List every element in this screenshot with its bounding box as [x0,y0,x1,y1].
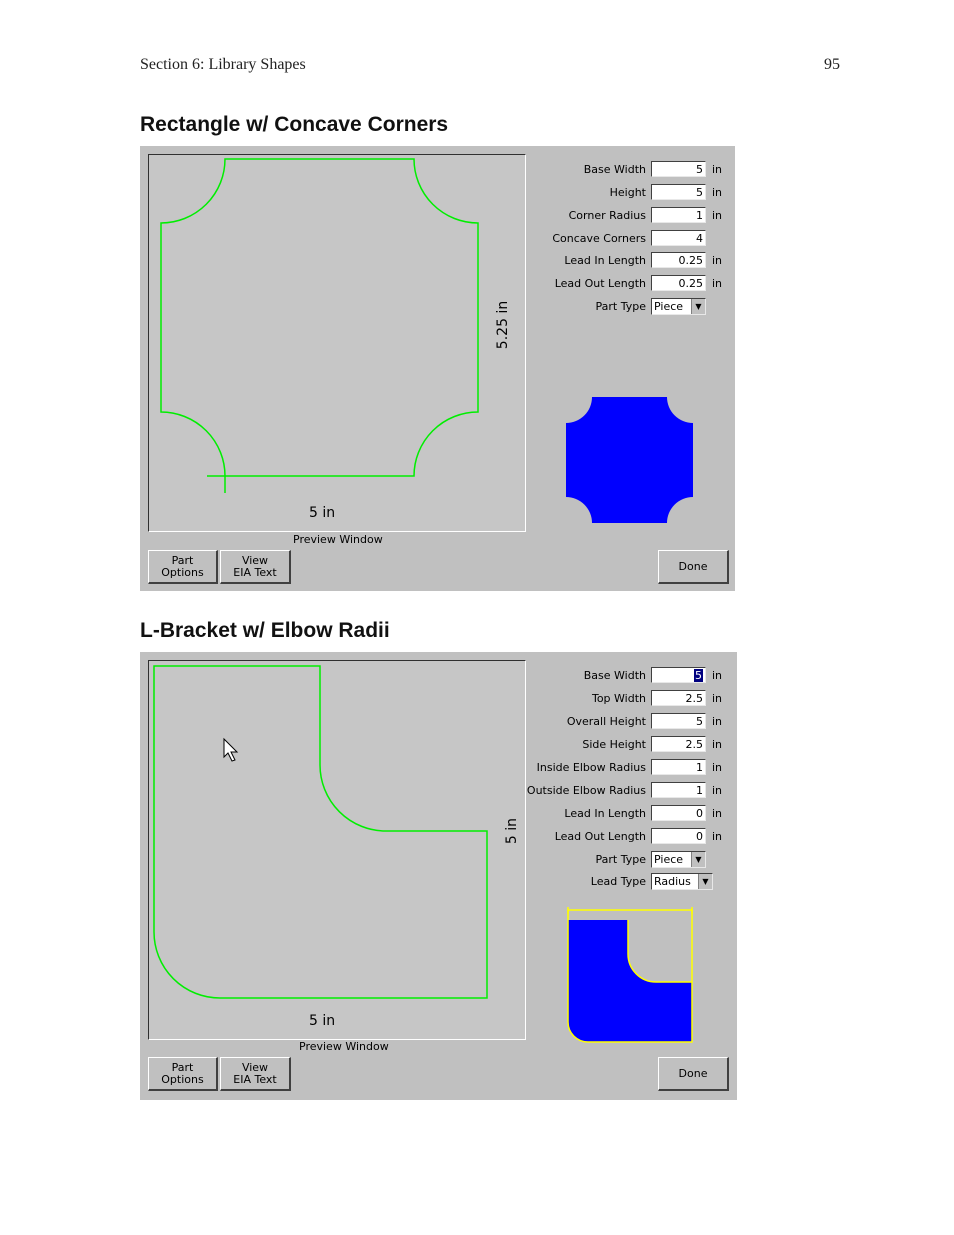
field-lead-out-length: Lead Out Length 0.25 in [554,275,723,291]
field-base-width: Base Width 5 in [583,667,723,683]
field-part-type: Part Type Piece ▼ [140,298,735,316]
part-type-select[interactable]: Piece ▼ [651,298,706,315]
shape-fill [568,920,692,1042]
part-type-select[interactable]: Piece ▼ [651,851,706,868]
field-lead-in-length: Lead In Length 0 in [564,805,723,821]
field-lead-in-length: Lead In Length 0.25 in [564,252,723,268]
top-width-input[interactable]: 2.5 [651,690,706,706]
field-lead-type: Lead Type Radius ▼ [140,873,737,891]
chevron-down-icon[interactable]: ▼ [691,852,705,867]
chevron-down-icon[interactable]: ▼ [698,874,712,889]
side-height-input[interactable]: 2.5 [651,736,706,752]
section-title-l-bracket: L-Bracket w/ Elbow Radii [140,619,390,642]
base-width-input[interactable]: 5 [651,161,706,177]
field-top-width: Top Width 2.5 in [591,690,723,706]
view-eia-text-button[interactable]: View EIA Text [220,1057,291,1091]
field-overall-height: Overall Height 5 in [566,713,723,729]
lead-out-length-input[interactable]: 0.25 [651,275,706,291]
field-inside-elbow-radius: Inside Elbow Radius 1 in [536,759,723,775]
lead-out-length-input[interactable]: 0 [651,828,706,844]
field-concave-corners: Concave Corners 4 [140,230,735,248]
page-number: 95 [824,56,840,73]
field-part-type: Part Type Piece ▼ [140,851,737,869]
preview-window-label: Preview Window [299,1040,389,1053]
rectangle-dialog: 5 in 5.25 in Preview Window Base Width 5… [140,146,735,591]
overall-height-input[interactable]: 5 [651,713,706,729]
base-width-input[interactable]: 5 [651,667,706,683]
chevron-down-icon[interactable]: ▼ [691,299,705,314]
corner-radius-input[interactable]: 1 [651,207,706,223]
part-options-button[interactable]: Part Options [148,550,218,584]
page-section-header: Section 6: Library Shapes [140,56,306,73]
lead-in-length-input[interactable]: 0 [651,805,706,821]
done-button[interactable]: Done [658,550,729,584]
field-corner-radius: Corner Radius 1 in [568,207,723,223]
part-options-button[interactable]: Part Options [148,1057,218,1091]
field-height: Height 5 in [609,184,723,200]
preview-window-label: Preview Window [293,533,383,546]
l-bracket-dialog: 5 in 5 in Preview Window Base Width 5 in… [140,652,737,1100]
view-eia-text-button[interactable]: View EIA Text [220,550,291,584]
height-input[interactable]: 5 [651,184,706,200]
done-button[interactable]: Done [658,1057,729,1091]
dim-horizontal: 5 in [309,505,336,521]
field-outside-elbow-radius: Outside Elbow Radius 1 in [526,782,723,798]
inside-elbow-radius-input[interactable]: 1 [651,759,706,775]
lead-in-length-input[interactable]: 0.25 [651,252,706,268]
field-side-height: Side Height 2.5 in [582,736,723,752]
outside-elbow-radius-input[interactable]: 1 [651,782,706,798]
field-base-width: Base Width 5 in [583,161,723,177]
field-lead-out-length: Lead Out Length 0 in [554,828,723,844]
shape-fill [566,397,693,523]
section-title-rectangle: Rectangle w/ Concave Corners [140,113,449,136]
shape-thumbnail [566,397,693,523]
shape-thumbnail [567,907,693,1043]
concave-corners-input[interactable]: 4 [651,230,706,246]
lead-type-select[interactable]: Radius ▼ [651,873,713,890]
dim-horizontal: 5 in [309,1013,336,1029]
